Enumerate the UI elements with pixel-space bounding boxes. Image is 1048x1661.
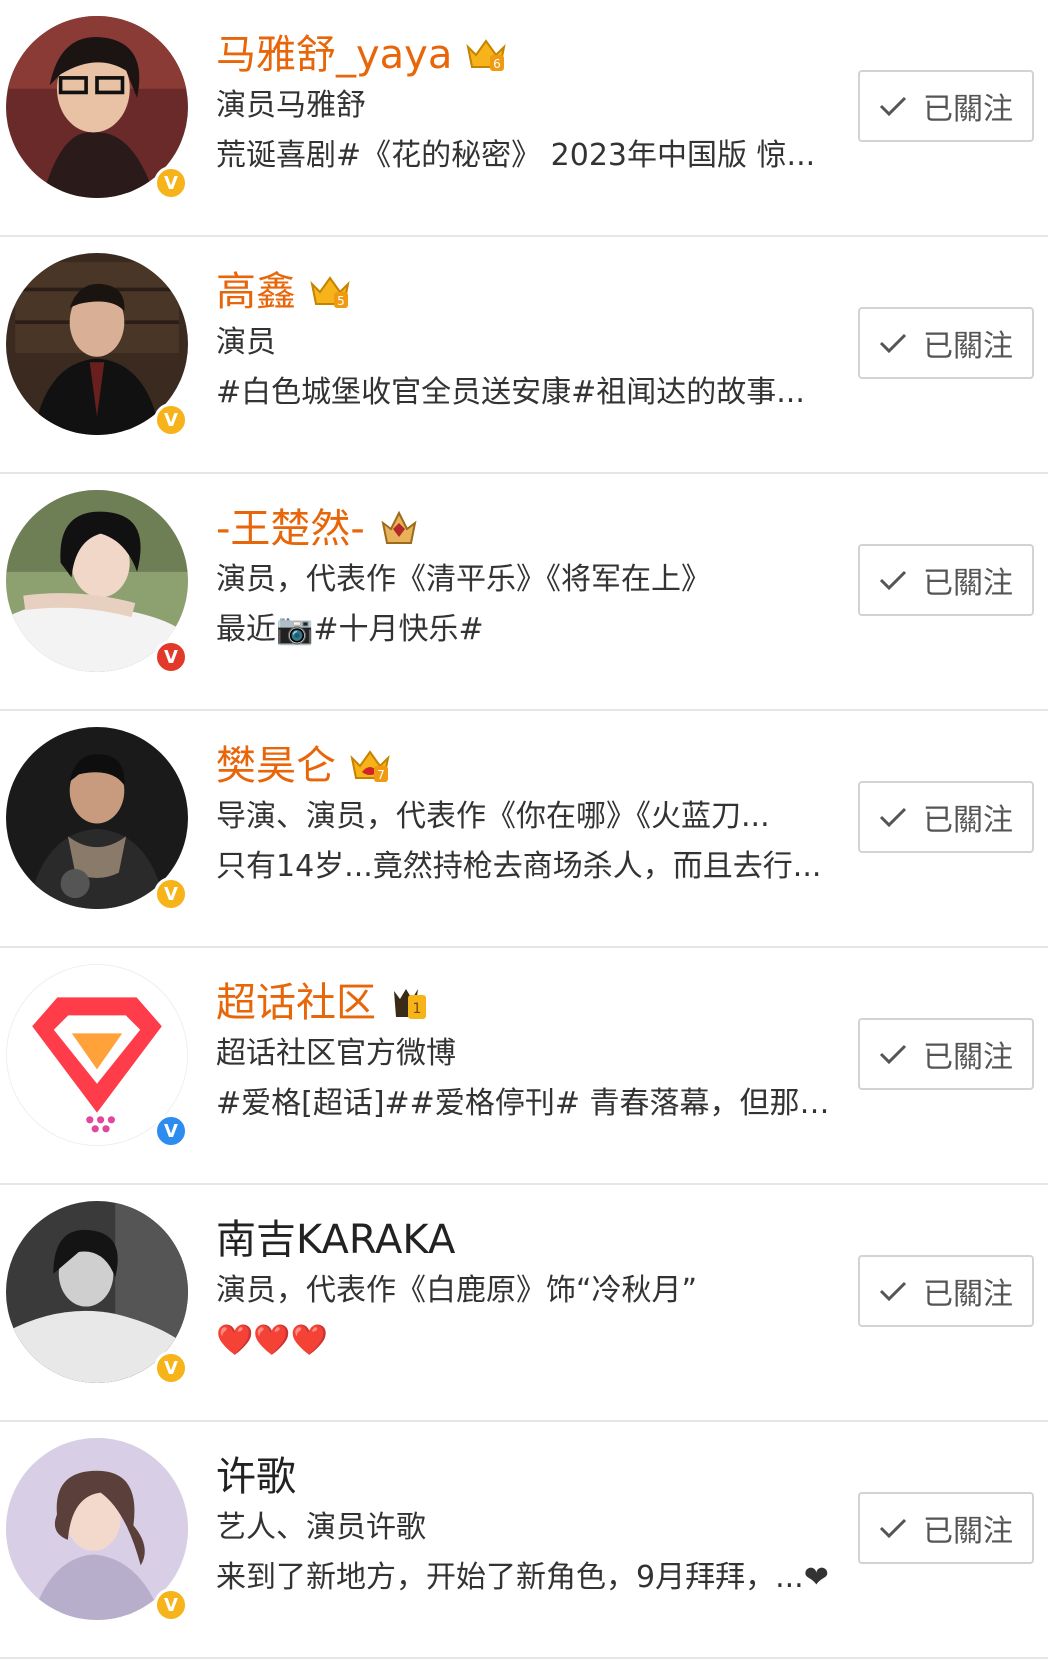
verified-badge-icon: V [154, 877, 188, 911]
following-button[interactable]: 已關注 [858, 781, 1034, 853]
following-button[interactable]: 已關注 [858, 544, 1034, 616]
verified-badge-icon: V [154, 1114, 188, 1148]
user-description: 艺人、演员许歌 [216, 1510, 426, 1545]
recent-post[interactable]: #爱格[超话]##爱格停刊# 青春落幕，但那...😗 [216, 1084, 836, 1124]
verified-badge-icon: V [154, 1588, 188, 1622]
user-description: 导演、演员，代表作《你在哪》《火蓝刀... [216, 799, 770, 834]
verified-badge-icon: V [154, 166, 188, 200]
recent-post[interactable]: 荒诞喜剧#《花的秘密》 2023年中国版 惊... [216, 136, 836, 176]
following-button[interactable]: 已關注 [858, 1255, 1034, 1327]
check-icon [879, 570, 907, 590]
check-icon [879, 1281, 907, 1301]
user-name[interactable]: -王楚然- [216, 503, 365, 555]
check-icon [879, 807, 907, 827]
recent-post[interactable]: 最近📷#十月快乐# [216, 610, 836, 650]
user-description: 演员 [216, 325, 276, 360]
list-item[interactable]: V 马雅舒_yaya 6 演员马雅舒 荒诞喜剧#《花的秘密》 2023年中国版 … [0, 0, 1048, 237]
following-label: 已關注 [923, 566, 1013, 601]
svg-text:6: 6 [494, 57, 502, 71]
user-name-row: 许歌 [216, 1450, 836, 1504]
following-label: 已關注 [923, 1040, 1013, 1075]
verified-badge-icon: V [154, 640, 188, 674]
user-description: 演员，代表作《清平乐》《将军在上》 [216, 562, 711, 597]
following-button[interactable]: 已關注 [858, 1018, 1034, 1090]
following-label: 已關注 [923, 329, 1013, 364]
recent-post[interactable]: ❤️❤️❤️ [216, 1321, 836, 1361]
list-item[interactable]: V 高鑫 5 演员 #白色城堡收官全员送安康#祖闻达的故事... 已關注 [0, 237, 1048, 474]
check-icon [879, 96, 907, 116]
user-description: 演员，代表作《白鹿原》饰“冷秋月” [216, 1273, 698, 1308]
user-description: 超话社区官方微博 [216, 1036, 456, 1071]
check-icon [879, 333, 907, 353]
following-label: 已關注 [923, 92, 1013, 127]
user-name-row: 马雅舒_yaya 6 [216, 28, 836, 82]
user-description: 演员马雅舒 [216, 88, 366, 123]
following-button[interactable]: 已關注 [858, 307, 1034, 379]
check-icon [879, 1044, 907, 1064]
verified-badge-icon: V [154, 403, 188, 437]
user-name-row: 樊昊仑 7 [216, 739, 836, 793]
user-name-row: 超话社区 1 [216, 976, 836, 1030]
following-button[interactable]: 已關注 [858, 70, 1034, 142]
user-name-row: 南吉KARAKA [216, 1213, 836, 1267]
svg-text:5: 5 [337, 294, 345, 308]
diamond-crown-icon [381, 510, 417, 544]
svg-text:7: 7 [377, 768, 385, 782]
user-name[interactable]: 超话社区 [216, 977, 376, 1029]
crown-icon: 5 [310, 276, 350, 308]
user-name[interactable]: 马雅舒_yaya [216, 29, 452, 81]
user-name-row: -王楚然- [216, 502, 836, 556]
following-list: V 马雅舒_yaya 6 演员马雅舒 荒诞喜剧#《花的秘密》 2023年中国版 … [0, 0, 1048, 1659]
crown-icon: 7 [350, 750, 390, 782]
check-icon [879, 1518, 907, 1538]
user-name[interactable]: 许歌 [216, 1451, 296, 1503]
list-item[interactable]: V 许歌 艺人、演员许歌 来到了新地方，开始了新角色，9月拜拜，...❤ 已關注 [0, 1422, 1048, 1659]
following-label: 已關注 [923, 1514, 1013, 1549]
list-item[interactable]: V 超话社区 1 超话社区官方微博 #爱格[超话]##爱格停刊# 青春落幕，但那… [0, 948, 1048, 1185]
recent-post[interactable]: 只有14岁...竟然持枪去商场杀人，而且去行... [216, 847, 836, 887]
following-label: 已關注 [923, 803, 1013, 838]
crown-icon: 6 [466, 39, 507, 71]
list-item[interactable]: V 樊昊仑 7 导演、演员，代表作《你在哪》《火蓝刀... 只有14岁...竟然… [0, 711, 1048, 948]
list-item[interactable]: V -王楚然- 演员，代表作《清平乐》《将军在上》 最近📷#十月快乐# 已關注 [0, 474, 1048, 711]
user-name-row: 高鑫 5 [216, 265, 836, 319]
recent-post[interactable]: #白色城堡收官全员送安康#祖闻达的故事... [216, 373, 836, 413]
crown-icon: 1 [394, 989, 426, 1019]
list-item[interactable]: V 南吉KARAKA 演员，代表作《白鹿原》饰“冷秋月” ❤️❤️❤️ 已關注 [0, 1185, 1048, 1422]
recent-post[interactable]: 来到了新地方，开始了新角色，9月拜拜，...❤ [216, 1558, 836, 1598]
verified-badge-icon: V [154, 1351, 188, 1385]
user-name[interactable]: 高鑫 [216, 266, 296, 318]
following-label: 已關注 [923, 1277, 1013, 1312]
user-name[interactable]: 樊昊仑 [216, 740, 336, 792]
svg-text:1: 1 [413, 1001, 422, 1017]
user-name[interactable]: 南吉KARAKA [216, 1214, 455, 1266]
following-button[interactable]: 已關注 [858, 1492, 1034, 1564]
